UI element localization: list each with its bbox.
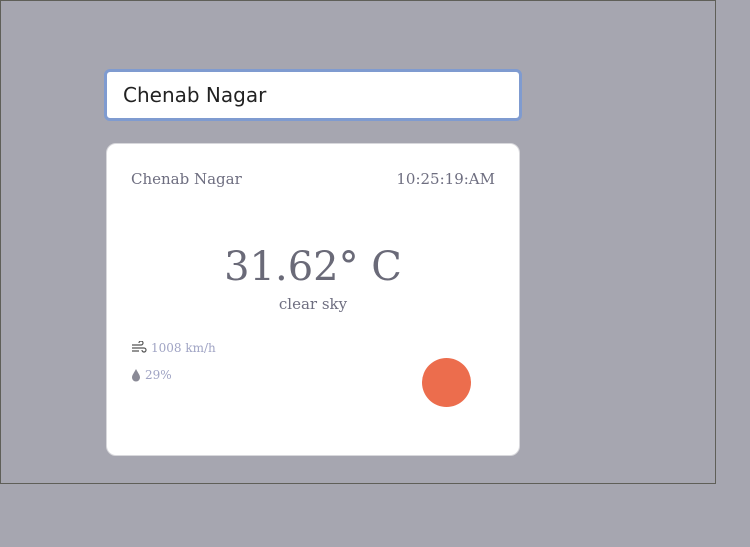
temperature: 31.62° C	[224, 244, 402, 290]
wind-speed-value: 1008 km/h	[151, 341, 216, 355]
humidity: 29%	[131, 368, 172, 382]
weather-description: clear sky	[278, 295, 348, 313]
wind-icon	[132, 341, 147, 353]
wind-speed: 1008 km/h	[131, 341, 216, 355]
city-search-input[interactable]	[104, 69, 522, 121]
city-name: Chenab Nagar	[131, 170, 242, 188]
humidity-value: 29%	[145, 368, 172, 382]
droplet-icon	[132, 368, 140, 381]
weather-card: Chenab Nagar 10:25:19:AM 31.62° C clear …	[106, 143, 520, 456]
sun-icon	[422, 358, 471, 407]
local-time: 10:25:19:AM	[396, 170, 495, 188]
